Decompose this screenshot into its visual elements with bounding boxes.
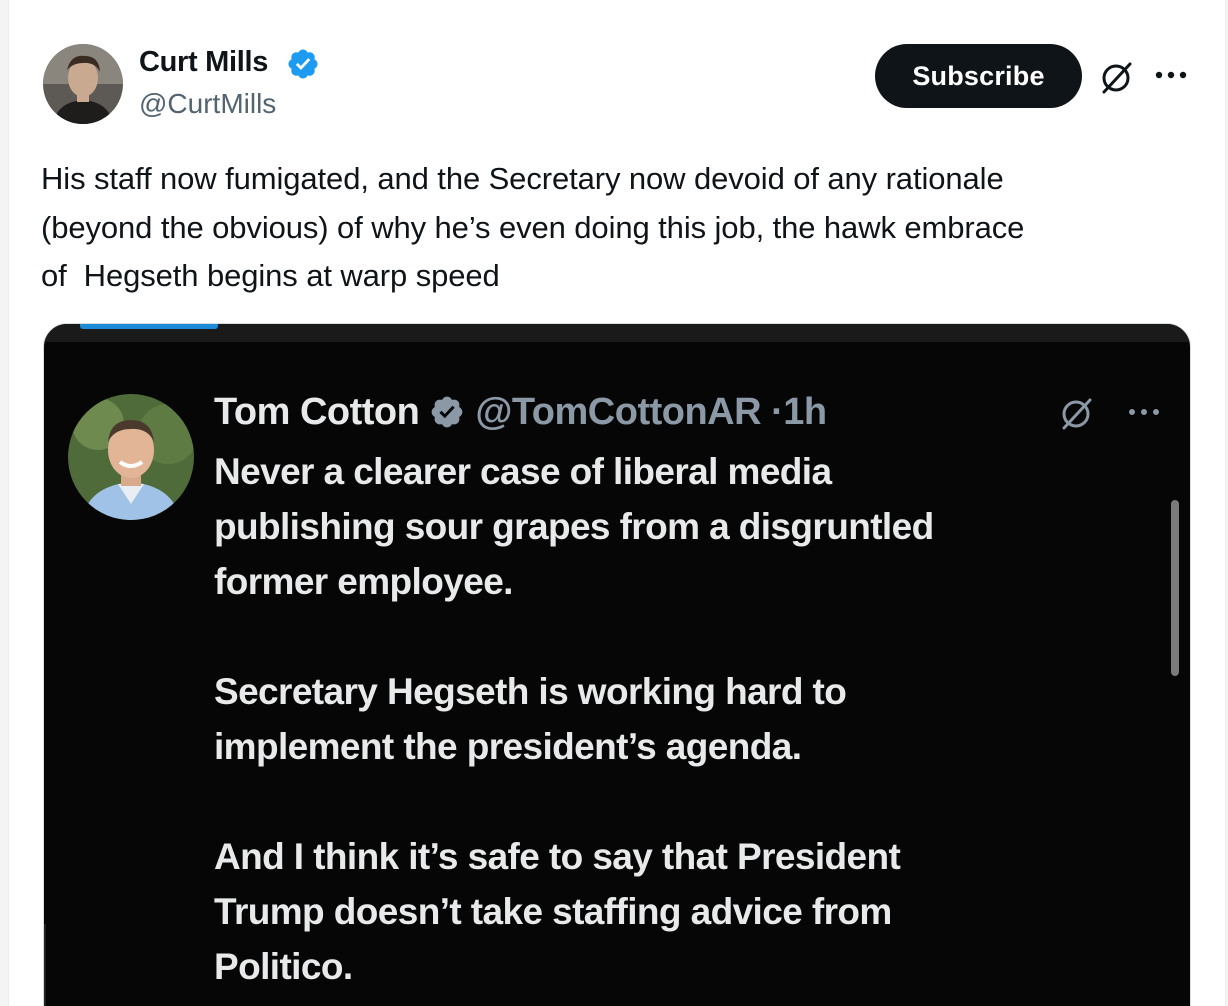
quoted-author-avatar	[68, 394, 194, 520]
quoted-verified-badge-icon	[431, 396, 463, 428]
quoted-author-name: Tom Cotton	[214, 391, 420, 433]
quoted-avatar-photo-icon	[68, 394, 194, 520]
quoted-separator: ·	[771, 391, 784, 433]
author-name[interactable]: Curt Mills	[139, 44, 268, 80]
avatar-photo-icon	[43, 44, 123, 124]
media-accent-bar	[80, 324, 218, 329]
author-avatar[interactable]	[43, 44, 123, 124]
quoted-grok-icon	[1062, 398, 1092, 430]
quoted-left-edge	[44, 924, 46, 1006]
quoted-author-handle: @TomCottonAR	[475, 391, 762, 433]
more-options-icon[interactable]	[1151, 60, 1191, 90]
quoted-more-options-icon	[1129, 409, 1159, 415]
quoted-timestamp: 1h	[783, 391, 827, 433]
quoted-header: Tom Cotton @TomCottonAR · 1h	[214, 388, 827, 436]
verified-badge-icon	[288, 49, 318, 79]
grok-icon[interactable]	[1096, 58, 1136, 98]
author-handle[interactable]: @CurtMills	[139, 86, 276, 122]
tweet-text: His staff now fumigated, and the Secreta…	[41, 161, 1025, 293]
quoted-tweet-text: Never a clearer case of liberal media pu…	[214, 451, 934, 987]
tweet-card: Curt Mills @CurtMills Subscribe His staf…	[8, 0, 1226, 1006]
quoted-scrollbar	[1171, 500, 1179, 676]
embedded-image[interactable]: Tom Cotton @TomCottonAR · 1h Never a cle…	[43, 323, 1191, 1006]
subscribe-button[interactable]: Subscribe	[875, 44, 1082, 108]
